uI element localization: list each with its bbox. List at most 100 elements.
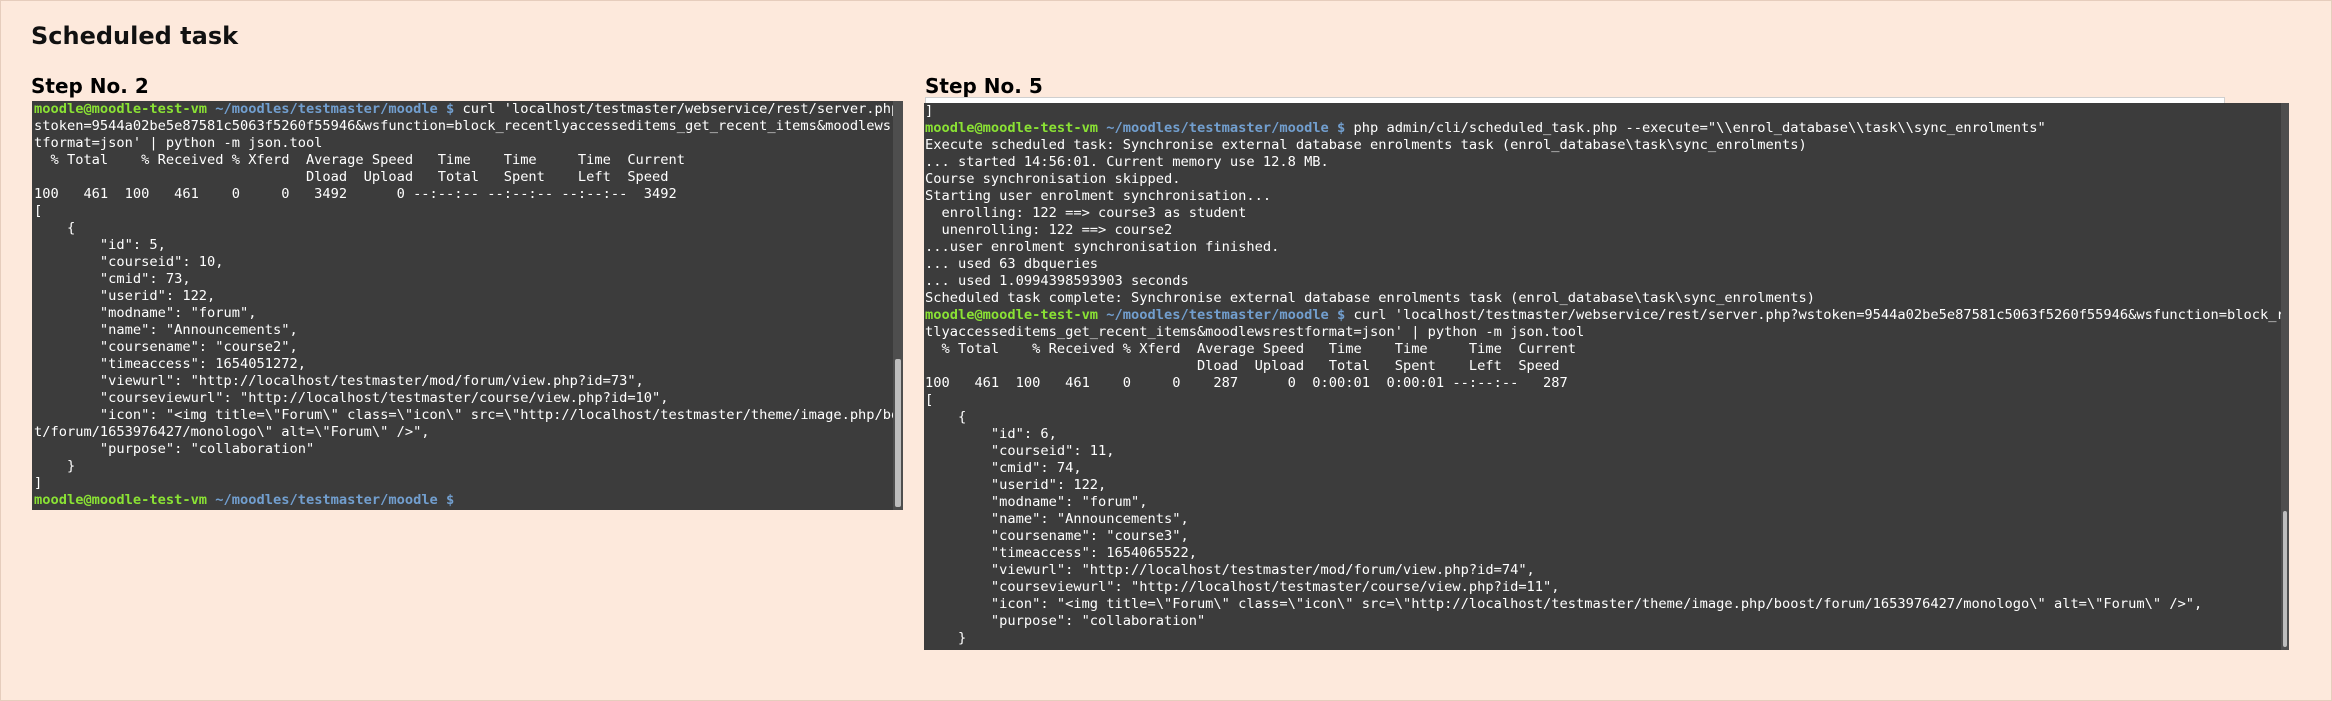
terminal-output-line: "userid": 122,: [34, 288, 903, 305]
terminal-output-line: tlyaccesseditems_get_recent_items&moodle…: [925, 324, 2289, 341]
line-text: 100 461 100 461 0 0 3492 0 --:--:-- --:-…: [34, 186, 677, 202]
terminal-step-2-output: moodle@moodle-test-vm ~/moodles/testmast…: [34, 101, 903, 509]
terminal-output-line: "cmid": 74,: [925, 460, 2289, 477]
terminal-output-line: ]: [925, 103, 2289, 120]
line-text: tformat=json' | python -m json.tool: [34, 135, 323, 151]
terminal-output-line: ... used 63 dbqueries: [925, 256, 2289, 273]
line-text: unenrolling: 122 ==> course2: [925, 222, 1173, 238]
line-text: "icon": "<img title=\"Forum\" class=\"ic…: [34, 407, 903, 423]
terminal-step-2-scroll-thumb[interactable]: [895, 359, 901, 507]
terminal-step-2-scrollbar[interactable]: [893, 101, 903, 510]
line-text: ]: [34, 475, 43, 491]
terminal-output-line: stoken=9544a02be5e87581c5063f5260f55946&…: [34, 118, 903, 135]
terminal-prompt-line: moodle@moodle-test-vm ~/moodles/testmast…: [34, 492, 903, 509]
terminal-output-line: t/forum/1653976427/monologo\" alt=\"Foru…: [34, 424, 903, 441]
line-text: "modname": "forum",: [34, 305, 257, 321]
line-text: "courseid": 10,: [34, 254, 224, 270]
terminal-output-line: "cmid": 73,: [34, 271, 903, 288]
line-text: ... used 1.0994398593903 seconds: [925, 273, 1189, 289]
line-text: }: [34, 458, 76, 474]
terminal-output-line: "icon": "<img title=\"Forum\" class=\"ic…: [34, 407, 903, 424]
terminal-output-line: 100 461 100 461 0 0 3492 0 --:--:-- --:-…: [34, 186, 903, 203]
line-text: [: [34, 203, 43, 219]
line-text: "courseviewurl": "http://localhost/testm…: [34, 390, 669, 406]
line-text: t/forum/1653976427/monologo\" alt=\"Foru…: [34, 424, 430, 440]
terminal-output-line: Starting user enrolment synchronisation.…: [925, 188, 2289, 205]
line-text: {: [34, 220, 76, 236]
line-text: % Total % Received % Xferd Average Speed…: [925, 341, 1577, 357]
terminal-output-line: "modname": "forum",: [34, 305, 903, 322]
line-text: curl 'localhost/testmaster/webservice/re…: [454, 101, 903, 117]
terminal-output-line: % Total % Received % Xferd Average Speed…: [34, 152, 903, 169]
line-text: }: [925, 630, 967, 646]
terminal-step-5-scrollbar[interactable]: [2281, 103, 2289, 650]
line-text: "courseviewurl": "http://localhost/testm…: [925, 579, 1560, 595]
terminal-output-line: 100 461 100 461 0 0 287 0 0:00:01 0:00:0…: [925, 375, 2289, 392]
terminal-output-line: ]: [34, 475, 903, 492]
terminal-output-line: "timeaccess": 1654051272,: [34, 356, 903, 373]
line-text: ... used 63 dbqueries: [925, 256, 1099, 272]
terminal-output-line: ... used 1.0994398593903 seconds: [925, 273, 2289, 290]
prompt-user-host: moodle@moodle-test-vm: [34, 101, 208, 117]
line-text: ...user enrolment synchronisation finish…: [925, 239, 1280, 255]
terminal-output-line: ...user enrolment synchronisation finish…: [925, 239, 2289, 256]
terminal-output-line: Dload Upload Total Spent Left Speed: [34, 169, 903, 186]
terminal-output-line: "courseviewurl": "http://localhost/testm…: [34, 390, 903, 407]
terminal-output-line: {: [34, 220, 903, 237]
line-text: Dload Upload Total Spent Left Speed: [34, 169, 669, 185]
terminal-prompt-line: moodle@moodle-test-vm ~/moodles/testmast…: [925, 307, 2289, 324]
terminal-output-line: Scheduled task complete: Synchronise ext…: [925, 290, 2289, 307]
terminal-output-line: "coursename": "course2",: [34, 339, 903, 356]
line-text: "timeaccess": 1654051272,: [34, 356, 306, 372]
line-text: "timeaccess": 1654065522,: [925, 545, 1197, 561]
terminal-output-line: tformat=json' | python -m json.tool: [34, 135, 903, 152]
line-text: "userid": 122,: [925, 477, 1107, 493]
line-text: "coursename": "course3",: [925, 528, 1189, 544]
terminal-output-line: }: [925, 630, 2289, 647]
terminal-output-line: "viewurl": "http://localhost/testmaster/…: [34, 373, 903, 390]
line-text: "cmid": 73,: [34, 271, 191, 287]
line-text: Starting user enrolment synchronisation.…: [925, 188, 1272, 204]
page-title: Scheduled task: [31, 22, 239, 50]
terminal-output-line: enrolling: 122 ==> course3 as student: [925, 205, 2289, 222]
line-text: enrolling: 122 ==> course3 as student: [925, 205, 1247, 221]
terminal-output-line: "name": "Announcements",: [34, 322, 903, 339]
terminal-output-line: "courseid": 11,: [925, 443, 2289, 460]
line-text: "name": "Announcements",: [34, 322, 298, 338]
terminal-output-line: Dload Upload Total Spent Left Speed: [925, 358, 2289, 375]
line-text: 100 461 100 461 0 0 287 0 0:00:01 0:00:0…: [925, 375, 1568, 391]
line-text: curl 'localhost/testmaster/webservice/re…: [1345, 307, 2289, 323]
line-text: Execute scheduled task: Synchronise exte…: [925, 137, 1807, 153]
line-text: tlyaccesseditems_get_recent_items&moodle…: [925, 324, 1585, 340]
line-text: stoken=9544a02be5e87581c5063f5260f55946&…: [34, 118, 903, 134]
line-text: "id": 5,: [34, 237, 166, 253]
line-text: "modname": "forum",: [925, 494, 1148, 510]
terminal-output-line: }: [34, 458, 903, 475]
terminal-step-5-scroll-thumb[interactable]: [2283, 511, 2287, 647]
line-text: {: [925, 409, 967, 425]
line-text: Dload Upload Total Spent Left Speed: [925, 358, 1560, 374]
line-text: % Total % Received % Xferd Average Speed…: [34, 152, 686, 168]
terminal-output-line: "viewurl": "http://localhost/testmaster/…: [925, 562, 2289, 579]
terminal-output-line: unenrolling: 122 ==> course2: [925, 222, 2289, 239]
terminal-output-line: Execute scheduled task: Synchronise exte…: [925, 137, 2289, 154]
terminal-output-line: "userid": 122,: [925, 477, 2289, 494]
line-text: Scheduled task complete: Synchronise ext…: [925, 290, 1815, 306]
terminal-output-line: "modname": "forum",: [925, 494, 2289, 511]
terminal-output-line: % Total % Received % Xferd Average Speed…: [925, 341, 2289, 358]
terminal-step-2[interactable]: moodle@moodle-test-vm ~/moodles/testmast…: [32, 101, 903, 510]
line-text: ... started 14:56:01. Current memory use…: [925, 154, 1329, 170]
terminal-output-line: [: [925, 392, 2289, 409]
terminal-output-line: "purpose": "collaboration": [34, 441, 903, 458]
terminal-output-line: Course synchronisation skipped.: [925, 171, 2289, 188]
line-text: "purpose": "collaboration": [34, 441, 315, 457]
terminal-step-5-output: ] moodle@moodle-test-vm ~/moodles/testmas…: [925, 103, 2289, 647]
terminal-output-line: "courseid": 10,: [34, 254, 903, 271]
step-2-title: Step No. 2: [31, 74, 149, 98]
prompt-user-host: moodle@moodle-test-vm: [925, 120, 1099, 136]
terminal-output-line: [: [34, 203, 903, 220]
line-text: "purpose": "collaboration": [925, 613, 1206, 629]
terminal-output-line: "purpose": "collaboration": [925, 613, 2289, 630]
line-text: "coursename": "course2",: [34, 339, 298, 355]
terminal-step-5[interactable]: ] moodle@moodle-test-vm ~/moodles/testmas…: [924, 103, 2289, 650]
